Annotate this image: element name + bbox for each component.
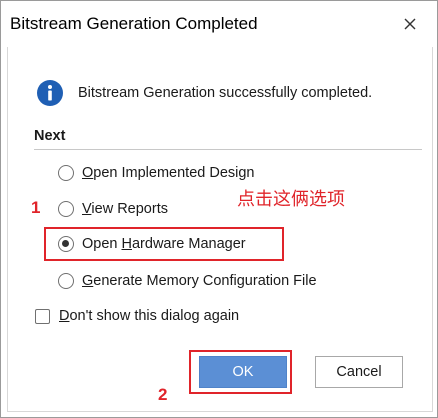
section-heading: Next [34, 128, 66, 144]
info-icon [36, 79, 64, 107]
status-message: Bitstream Generation successfully comple… [78, 85, 373, 101]
annotation-step-1: 1 [31, 198, 41, 217]
radio-button[interactable] [58, 273, 74, 289]
annotation-step-2: 2 [158, 385, 168, 404]
dont-show-again-checkbox-row[interactable]: Don't show this dialog again [35, 306, 239, 326]
dialog-window: Bitstream Generation Completed Bitstream… [0, 0, 438, 418]
title-bar: Bitstream Generation Completed [1, 1, 437, 47]
cancel-button[interactable]: Cancel [315, 356, 403, 388]
annotation-note: 点击这俩选项 [237, 189, 345, 210]
radio-button[interactable] [58, 165, 74, 181]
annotation-highlight-hardware-manager [44, 227, 284, 261]
divider [34, 149, 422, 150]
option-label: View Reports [82, 201, 168, 217]
option-view-reports[interactable]: View Reports [58, 199, 168, 219]
dont-show-again-checkbox[interactable] [35, 308, 50, 324]
close-icon[interactable] [397, 12, 423, 36]
option-generate-memory-configuration-file[interactable]: Generate Memory Configuration File [58, 271, 317, 291]
option-label: Open Implemented Design [82, 165, 255, 181]
radio-button[interactable] [58, 201, 74, 217]
dialog-title: Bitstream Generation Completed [10, 14, 258, 33]
checkbox-label: Don't show this dialog again [59, 308, 240, 324]
option-open-implemented-design[interactable]: Open Implemented Design [58, 163, 255, 183]
option-label: Generate Memory Configuration File [82, 273, 317, 289]
annotation-highlight-ok [189, 350, 292, 394]
